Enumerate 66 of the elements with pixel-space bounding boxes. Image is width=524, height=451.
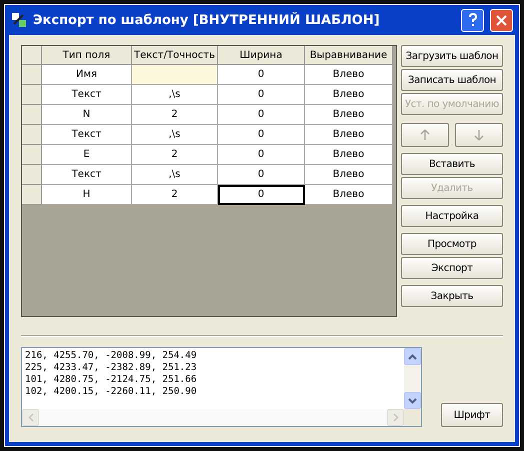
scrollbar-corner [404, 409, 421, 426]
column-header[interactable]: Текст/Точность [132, 46, 218, 65]
table-cell[interactable]: Влево [305, 65, 393, 85]
action-button[interactable]: Вставить [401, 153, 503, 175]
table-cell[interactable]: Влево [305, 145, 393, 165]
table-cell[interactable]: E [42, 145, 132, 165]
window-title: Экспорт по шаблону [ВНУТРЕННИЙ ШАБЛОН] [33, 12, 381, 28]
action-button[interactable]: Экспорт [401, 257, 503, 279]
table-cell[interactable]: ,\s [132, 85, 218, 105]
scroll-left-button[interactable] [22, 409, 39, 426]
app-icon [11, 12, 27, 28]
action-button[interactable]: Закрыть [401, 285, 503, 307]
scroll-down-button[interactable] [404, 392, 421, 409]
table-cell[interactable]: 2 [132, 145, 218, 165]
font-button[interactable]: Шрифт [441, 403, 503, 427]
table-cell[interactable]: 0 [218, 125, 305, 145]
column-header[interactable]: Ширина [218, 46, 305, 65]
row-header[interactable] [22, 65, 42, 85]
table-cell[interactable]: 0 [218, 105, 305, 125]
table-cell[interactable]: Имя [42, 65, 132, 85]
column-header[interactable]: Выравнивание [305, 46, 393, 65]
action-button[interactable]: Загрузить шаблон [401, 45, 503, 67]
chevron-up-icon [408, 354, 417, 360]
table-cell[interactable]: 0 [218, 65, 305, 85]
row-header[interactable] [22, 145, 42, 165]
action-button[interactable]: Записать шаблон [401, 69, 503, 91]
table-cell[interactable]: Влево [305, 105, 393, 125]
table-cell[interactable]: ,\s [132, 125, 218, 145]
chevron-right-icon [392, 413, 398, 422]
table-cell[interactable]: N [42, 105, 132, 125]
corner-header [22, 46, 42, 65]
table-cell[interactable]: Текст [42, 165, 132, 185]
table-cell[interactable]: Текст [42, 125, 132, 145]
close-button[interactable] [490, 8, 513, 32]
row-header[interactable] [22, 185, 42, 205]
column-header[interactable]: Тип поля [42, 46, 132, 65]
table-cell[interactable]: 0 [218, 165, 305, 185]
row-header[interactable] [22, 85, 42, 105]
row-header[interactable] [22, 105, 42, 125]
action-button[interactable]: Просмотр [401, 233, 503, 255]
table-cell[interactable]: Влево [305, 165, 393, 185]
row-header[interactable] [22, 125, 42, 145]
action-button[interactable]: Настройка [401, 205, 503, 227]
close-icon [496, 14, 507, 26]
table-cell[interactable]: 0 [218, 185, 305, 205]
table-cell[interactable]: 0 [218, 85, 305, 105]
output-text-area[interactable]: 216, 4255.70, -2008.99, 254.49 225, 4233.47, -2382.89, 251.23 101, 4280.75, -2124.75, 251.66 102, 4200.15, -2260.11, 250.90 [21, 347, 422, 427]
help-icon [468, 13, 478, 27]
table-cell[interactable]: Влево [305, 125, 393, 145]
table-cell[interactable]: 0 [218, 145, 305, 165]
table-cell[interactable]: ,\s [132, 165, 218, 185]
scroll-up-button[interactable] [404, 348, 421, 365]
chevron-down-icon [408, 398, 417, 404]
help-button[interactable] [461, 8, 484, 32]
table-cell[interactable]: Влево [305, 85, 393, 105]
down-arrow-icon [474, 129, 484, 141]
row-header[interactable] [22, 165, 42, 185]
up-arrow-icon [420, 129, 430, 141]
table-cell[interactable]: H [42, 185, 132, 205]
table-cell[interactable]: 2 [132, 185, 218, 205]
table-cell[interactable]: 2 [132, 105, 218, 125]
output-text: 216, 4255.70, -2008.99, 254.49 225, 4233.47, -2382.89, 251.23 101, 4280.75, -2124.75, 251.66 102, 4200.15, -2260.11, 250.90 [24, 349, 198, 399]
table-cell[interactable]: Влево [305, 185, 393, 205]
table-cell[interactable]: Текст [42, 85, 132, 105]
chevron-left-icon [28, 413, 34, 422]
table-cell[interactable] [132, 65, 218, 85]
